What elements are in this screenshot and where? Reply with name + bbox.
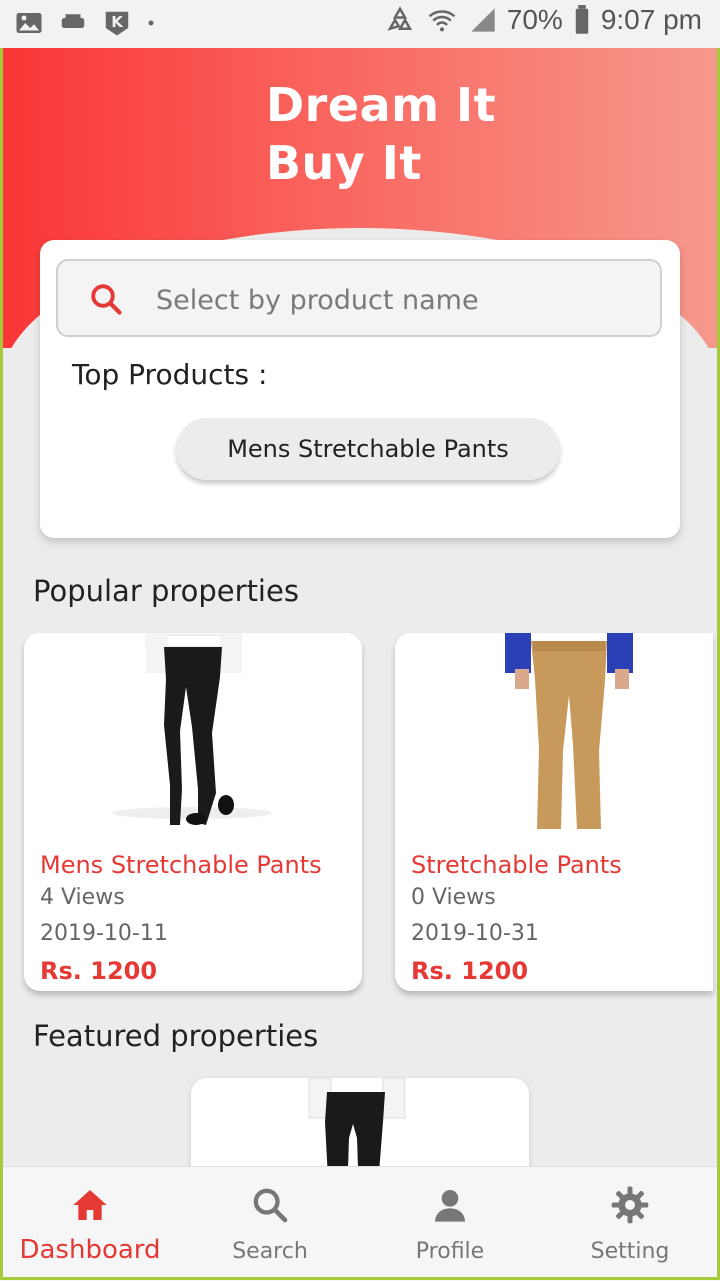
product-name: Stretchable Pants (411, 851, 622, 879)
status-bar: K 70% 9:07 pm (0, 0, 720, 48)
product-views: 4 Views (40, 885, 125, 910)
product-views: 0 Views (411, 885, 496, 910)
search-box[interactable] (56, 259, 662, 337)
product-name: Mens Stretchable Pants (40, 851, 322, 879)
search-icon (253, 1188, 288, 1223)
search-card: Top Products : Mens Stretchable Pants (40, 240, 680, 538)
search-input[interactable] (154, 275, 638, 325)
nav-dashboard[interactable]: Dashboard (0, 1167, 180, 1281)
k-app-icon: K (105, 11, 129, 36)
nav-profile-label: Profile (415, 1239, 485, 1264)
product-price: Rs. 1200 (40, 957, 158, 985)
nav-search[interactable]: Search (180, 1167, 360, 1281)
product-date: 2019-10-31 (411, 921, 539, 946)
clock: 9:07 pm (600, 4, 702, 35)
gear-icon (611, 1186, 649, 1224)
dot-icon (148, 20, 154, 26)
recycle-icon (387, 6, 412, 31)
product-card[interactable]: Stretchable Pants 0 Views 2019-10-31 Rs.… (395, 633, 713, 991)
battery-percent: 70% (506, 4, 563, 35)
product-price: Rs. 1200 (411, 957, 529, 985)
home-icon (73, 1190, 107, 1220)
product-card[interactable]: Mens Stretchable Pants 4 Views 2019-10-1… (24, 633, 362, 991)
app-title-line2: Buy It (266, 136, 422, 190)
app-title-line1: Dream It (266, 78, 497, 132)
nav-profile[interactable]: Profile (360, 1167, 540, 1281)
product-image (24, 633, 362, 833)
cast-icon (61, 14, 85, 28)
image-icon (16, 13, 42, 33)
product-image (395, 633, 713, 833)
nav-setting[interactable]: Setting (540, 1167, 720, 1281)
top-product-chip[interactable]: Mens Stretchable Pants (176, 418, 560, 480)
battery-icon (575, 5, 589, 34)
signal-icon (471, 8, 495, 32)
nav-setting-label: Setting (590, 1239, 670, 1264)
top-products-label: Top Products : (72, 358, 268, 391)
svg-text:K: K (111, 13, 124, 31)
product-date: 2019-10-11 (40, 921, 168, 946)
search-icon (91, 284, 122, 315)
person-icon (435, 1190, 465, 1222)
nav-dashboard-label: Dashboard (19, 1235, 161, 1265)
featured-section-title: Featured properties (33, 1019, 319, 1053)
bottom-navigation: Dashboard Search Profile Setting (0, 1166, 720, 1281)
nav-search-label: Search (232, 1239, 308, 1264)
wifi-icon (428, 10, 456, 32)
popular-section-title: Popular properties (33, 574, 299, 608)
